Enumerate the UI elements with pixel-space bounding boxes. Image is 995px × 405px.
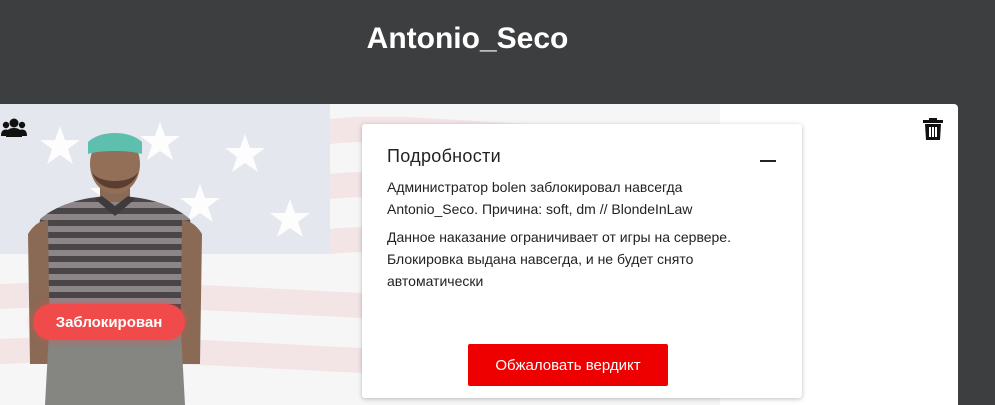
- details-panel: Подробности Администратор bolen заблокир…: [362, 124, 802, 398]
- ban-consequence: Данное наказание ограничивает от игры на…: [387, 229, 731, 289]
- profile-card: Заблокирован Подробности Администратор b…: [0, 104, 958, 405]
- trash-icon[interactable]: [923, 118, 943, 140]
- avatar: [28, 133, 202, 405]
- status-badge: Заблокирован: [33, 304, 185, 340]
- details-title: Подробности: [387, 146, 501, 166]
- ban-description: Администратор bolen заблокировал навсегд…: [387, 179, 693, 217]
- collapse-button[interactable]: [760, 160, 776, 162]
- page-title: Antonio_Seco: [366, 22, 569, 55]
- appeal-button[interactable]: Обжаловать вердикт: [468, 344, 668, 386]
